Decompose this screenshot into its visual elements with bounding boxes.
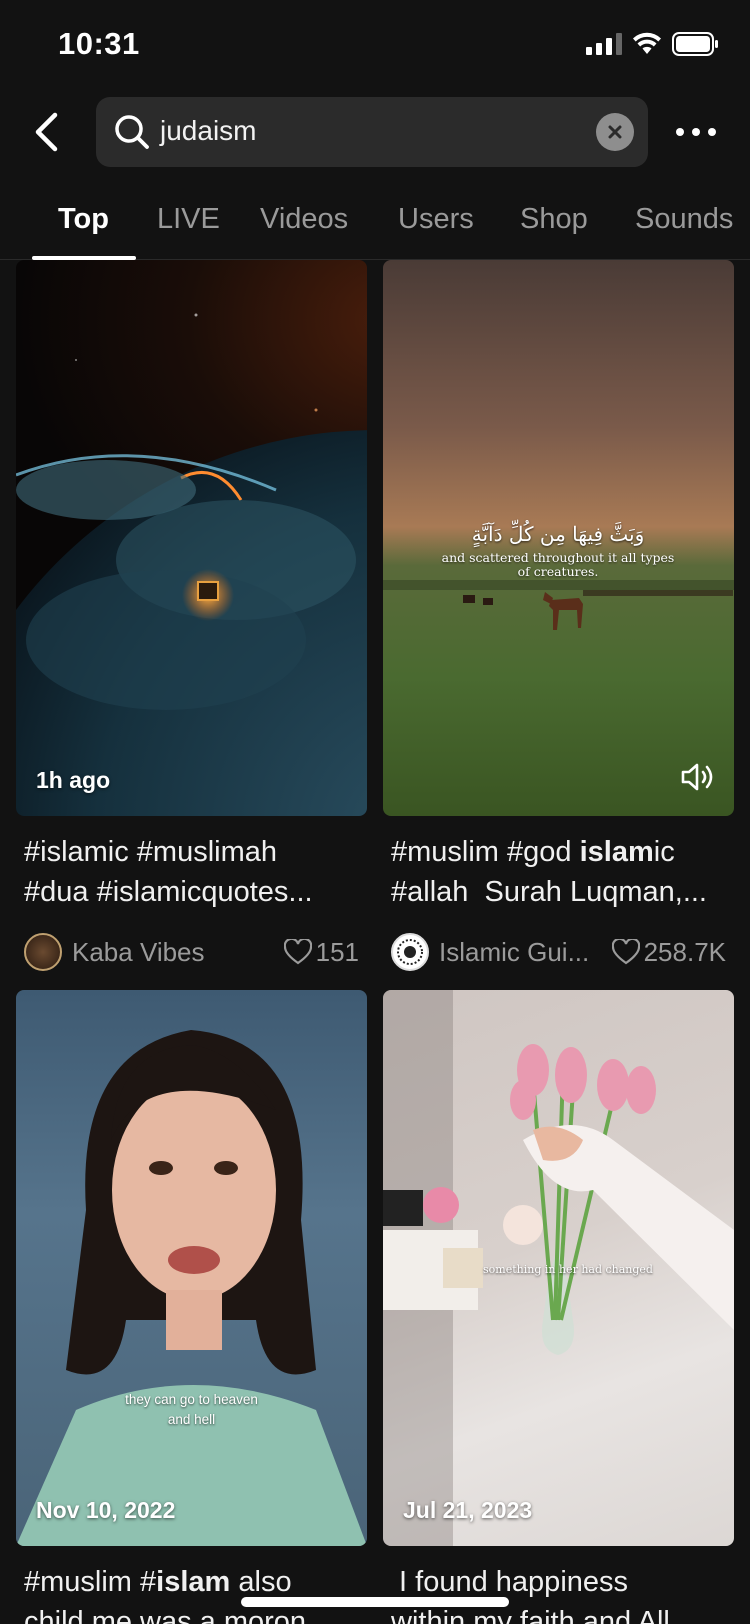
status-icons <box>586 32 720 56</box>
sound-button[interactable] <box>680 761 716 798</box>
likes-value: 151 <box>315 936 359 967</box>
tab-top[interactable]: Top <box>58 203 109 236</box>
wifi-icon <box>633 32 661 54</box>
video-text-arabic: وَبَثَّ فِيهَا مِن كُلِّ دَآبَّةٍ <box>471 522 645 546</box>
battery-icon <box>672 32 718 56</box>
speaker-icon <box>681 763 713 791</box>
chevron-left-icon <box>35 112 58 152</box>
close-icon <box>608 125 622 139</box>
video-text: of creatures. <box>517 564 599 579</box>
video-text: and scattered throughout it all types <box>441 550 675 565</box>
tab-shop[interactable]: Shop <box>520 203 588 236</box>
like-count: 258.7K <box>611 936 726 968</box>
caption-line: #islamic #muslimah <box>24 836 278 868</box>
search-query: judaism <box>160 115 257 146</box>
posted-date: Jul 21, 2023 <box>403 1497 533 1523</box>
status-time: 10:31 <box>58 26 140 61</box>
posted-date: Nov 10, 2022 <box>36 1497 176 1523</box>
earth-kaaba-image <box>16 313 367 816</box>
tab-sounds[interactable]: Sounds <box>635 203 733 236</box>
video-caption[interactable]: #islamic #muslimah #dua #islamicquotes..… <box>24 832 359 912</box>
more-dot-icon <box>708 128 716 136</box>
search-tabs: Top LIVE Videos Users Shop Sounds <box>0 190 750 260</box>
video-thumbnail[interactable]: something in her had changed Jul 21, 202… <box>383 990 734 1546</box>
status-bar: 10:31 <box>0 0 750 90</box>
video-caption[interactable]: I found happiness within my faith and Al… <box>391 1562 726 1624</box>
video-meta: Islamic Gui... 258.7K <box>391 932 726 972</box>
more-dot-icon <box>676 128 684 136</box>
caption-line: #allah Surah Luqman,... <box>391 876 707 908</box>
author-name[interactable]: Islamic Gui... <box>439 937 589 968</box>
search-input[interactable]: judaism <box>96 97 648 167</box>
search-icon <box>115 115 149 149</box>
avatar[interactable] <box>391 933 429 971</box>
caption-line: I found happiness <box>391 1566 629 1598</box>
tab-live[interactable]: LIVE <box>157 203 220 236</box>
caption-text: #muslim # <box>24 1566 157 1598</box>
islamic-emblem-icon <box>397 939 423 965</box>
caption-highlight: islam <box>579 836 654 868</box>
video-text: and hell <box>167 1412 216 1427</box>
video-caption[interactable]: #muslim #islam also child me was a moron <box>24 1562 359 1624</box>
tab-videos[interactable]: Videos <box>260 203 348 236</box>
video-thumbnail[interactable]: وَبَثَّ فِيهَا مِن كُلِّ دَآبَّةٍ and sc… <box>383 260 734 816</box>
tab-users[interactable]: Users <box>398 203 474 236</box>
cellular-signal-icon <box>586 33 622 55</box>
heart-icon <box>283 939 312 965</box>
likes-value: 258.7K <box>643 936 726 967</box>
heart-icon <box>611 939 640 965</box>
video-caption[interactable]: #muslim #god islamic #allah Surah Luqman… <box>391 832 726 912</box>
caption-line: #dua #islamicquotes... <box>24 876 313 908</box>
more-dot-icon <box>692 128 700 136</box>
caption-text: #muslim #god <box>391 836 580 868</box>
video-thumbnail[interactable]: 1h ago <box>16 260 367 816</box>
back-button[interactable] <box>28 110 64 154</box>
author-name[interactable]: Kaba Vibes <box>72 937 205 968</box>
avatar[interactable] <box>24 933 62 971</box>
video-text: something in her had changed <box>483 1263 653 1276</box>
caption-highlight: islam <box>156 1566 231 1598</box>
posted-time: 1h ago <box>36 767 111 793</box>
clear-search-button[interactable] <box>596 113 634 151</box>
caption-line: #muslim #god islamic <box>391 832 726 872</box>
caption-text: ic <box>653 836 675 868</box>
video-thumbnail[interactable]: they can go to heaven and hell Nov 10, 2… <box>16 990 367 1546</box>
like-count: 151 <box>283 936 359 968</box>
video-text: they can go to heaven <box>125 1392 258 1407</box>
caption-text: also <box>230 1566 292 1598</box>
video-meta: Kaba Vibes 151 <box>24 932 359 972</box>
caption-line: #muslim #islam also <box>24 1562 359 1602</box>
more-options-button[interactable] <box>676 120 716 144</box>
woman-speaking-image <box>16 1030 367 1546</box>
home-indicator <box>241 1597 509 1607</box>
